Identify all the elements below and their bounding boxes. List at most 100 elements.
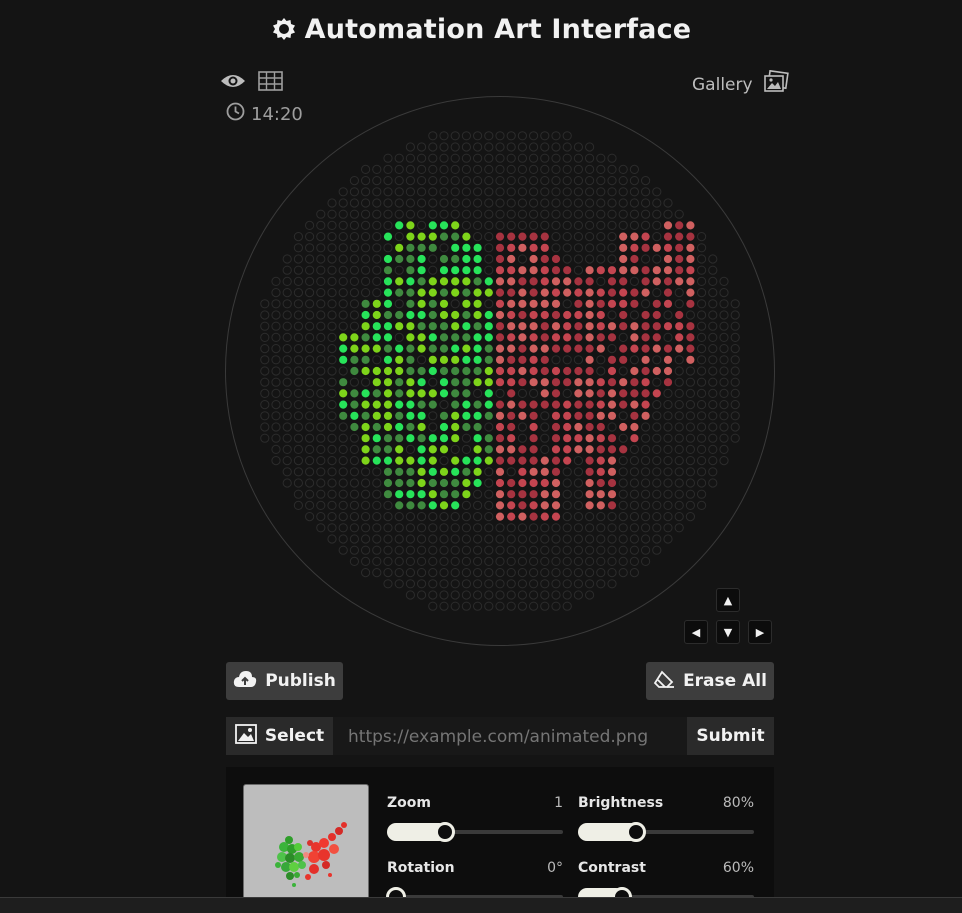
pixel-dot-empty[interactable] <box>361 467 371 477</box>
pixel-dot-empty[interactable] <box>473 131 483 141</box>
pixel-dot-filled[interactable] <box>495 456 505 465</box>
pixel-dot-empty[interactable] <box>260 433 270 443</box>
pixel-dot-empty[interactable] <box>417 176 427 186</box>
pixel-dot-empty[interactable] <box>562 467 572 477</box>
pixel-dot-empty[interactable] <box>361 545 371 555</box>
pixel-dot-filled[interactable] <box>596 490 605 499</box>
pixel-dot-filled[interactable] <box>596 322 605 331</box>
pixel-dot-empty[interactable] <box>473 523 483 533</box>
pixel-dot-empty[interactable] <box>697 478 707 488</box>
pixel-dot-filled[interactable] <box>395 355 404 364</box>
pixel-dot-empty[interactable] <box>327 310 337 320</box>
pixel-dot-empty[interactable] <box>282 276 292 286</box>
pixel-dot-filled[interactable] <box>518 299 527 308</box>
pixel-dot-filled[interactable] <box>484 389 493 398</box>
pixel-dot-empty[interactable] <box>674 422 684 432</box>
pixel-dot-empty[interactable] <box>361 243 371 253</box>
pixel-dot-empty[interactable] <box>674 388 684 398</box>
pixel-dot-filled[interactable] <box>507 378 516 387</box>
pixel-dot-filled[interactable] <box>395 467 404 476</box>
pixel-dot-empty[interactable] <box>562 545 572 555</box>
pixel-dot-filled[interactable] <box>585 456 594 465</box>
pixel-dot-empty[interactable] <box>573 489 583 499</box>
pixel-dot-filled[interactable] <box>630 254 639 264</box>
pixel-dot-empty[interactable] <box>697 489 707 499</box>
pixel-dot-empty[interactable] <box>473 176 483 186</box>
pixel-dot-filled[interactable] <box>428 366 437 376</box>
pixel-dot-empty[interactable] <box>551 534 561 544</box>
pixel-dot-filled[interactable] <box>395 322 404 331</box>
pixel-dot-empty[interactable] <box>293 377 304 387</box>
pixel-dot-empty[interactable] <box>282 478 292 488</box>
pixel-dot-filled[interactable] <box>417 501 426 510</box>
pixel-dot-filled[interactable] <box>339 411 348 420</box>
pixel-dot-empty[interactable] <box>372 467 382 477</box>
pixel-dot-empty[interactable] <box>573 478 583 488</box>
pixel-dot-filled[interactable] <box>630 422 639 432</box>
pixel-dot-empty[interactable] <box>596 232 606 242</box>
pixel-dot-empty[interactable] <box>652 478 662 488</box>
pixel-dot-empty[interactable] <box>405 444 415 454</box>
pixel-dot-empty[interactable] <box>338 243 348 253</box>
pixel-dot-empty[interactable] <box>305 456 315 466</box>
pixel-dot-filled[interactable] <box>540 400 549 409</box>
pixel-dot-empty[interactable] <box>461 556 471 566</box>
pixel-dot-filled[interactable] <box>395 378 404 387</box>
pixel-dot-filled[interactable] <box>563 400 572 409</box>
pixel-dot-empty[interactable] <box>405 176 415 186</box>
pixel-dot-empty[interactable] <box>316 478 326 488</box>
pixel-dot-empty[interactable] <box>652 489 662 499</box>
pixel-dot-empty[interactable] <box>551 556 561 566</box>
pixel-dot-filled[interactable] <box>439 434 449 443</box>
pixel-dot-empty[interactable] <box>305 243 315 253</box>
pixel-dot-empty[interactable] <box>305 355 315 365</box>
pixel-dot-empty[interactable] <box>573 265 583 275</box>
pixel-dot-filled[interactable] <box>585 467 594 476</box>
pixel-dot-empty[interactable] <box>383 243 393 253</box>
pixel-dot-empty[interactable] <box>730 411 740 421</box>
pixel-dot-empty[interactable] <box>629 512 639 522</box>
pixel-dot-filled[interactable] <box>406 310 415 320</box>
pixel-dot-empty[interactable] <box>540 444 550 454</box>
pixel-dot-empty[interactable] <box>282 288 292 298</box>
pixel-dot-filled[interactable] <box>529 456 538 465</box>
pixel-dot-empty[interactable] <box>618 489 628 499</box>
pixel-dot-empty[interactable] <box>305 467 315 477</box>
pixel-dot-empty[interactable] <box>674 500 684 510</box>
pixel-dot-empty[interactable] <box>596 534 606 544</box>
pixel-dot-filled[interactable] <box>607 434 617 443</box>
pixel-dot-empty[interactable] <box>361 209 371 219</box>
pixel-dot-filled[interactable] <box>473 299 482 308</box>
pixel-dot-empty[interactable] <box>562 500 572 510</box>
pixel-dot-empty[interactable] <box>428 153 438 163</box>
pixel-dot-filled[interactable] <box>607 266 617 275</box>
pixel-dot-filled[interactable] <box>439 266 449 275</box>
pixel-dot-empty[interactable] <box>349 220 359 230</box>
pixel-dot-filled[interactable] <box>551 434 561 443</box>
pixel-dot-empty[interactable] <box>305 299 315 309</box>
pixel-dot-empty[interactable] <box>484 534 494 544</box>
pixel-dot-filled[interactable] <box>473 456 482 465</box>
pixel-dot-empty[interactable] <box>573 198 583 208</box>
pixel-dot-filled[interactable] <box>462 322 471 331</box>
pixel-dot-empty[interactable] <box>495 209 505 219</box>
pixel-dot-empty[interactable] <box>271 377 281 387</box>
pixel-dot-empty[interactable] <box>349 310 359 320</box>
pixel-dot-empty[interactable] <box>607 512 617 522</box>
pixel-dot-empty[interactable] <box>316 489 326 499</box>
pixel-dot-filled[interactable] <box>451 456 460 465</box>
pixel-dot-empty[interactable] <box>428 176 438 186</box>
pixel-dot-empty[interactable] <box>327 198 337 208</box>
pixel-dot-empty[interactable] <box>607 153 617 163</box>
pixel-dot-filled[interactable] <box>518 445 527 454</box>
pixel-dot-filled[interactable] <box>641 243 650 252</box>
pixel-dot-empty[interactable] <box>506 209 516 219</box>
pixel-dot-empty[interactable] <box>271 366 281 376</box>
pixel-dot-filled[interactable] <box>551 422 561 432</box>
pixel-dot-empty[interactable] <box>585 176 595 186</box>
pixel-dot-filled[interactable] <box>428 344 437 353</box>
pixel-dot-empty[interactable] <box>361 164 371 175</box>
pixel-dot-filled[interactable] <box>395 478 404 488</box>
pixel-dot-empty[interactable] <box>473 579 483 589</box>
pixel-dot-empty[interactable] <box>652 377 662 387</box>
